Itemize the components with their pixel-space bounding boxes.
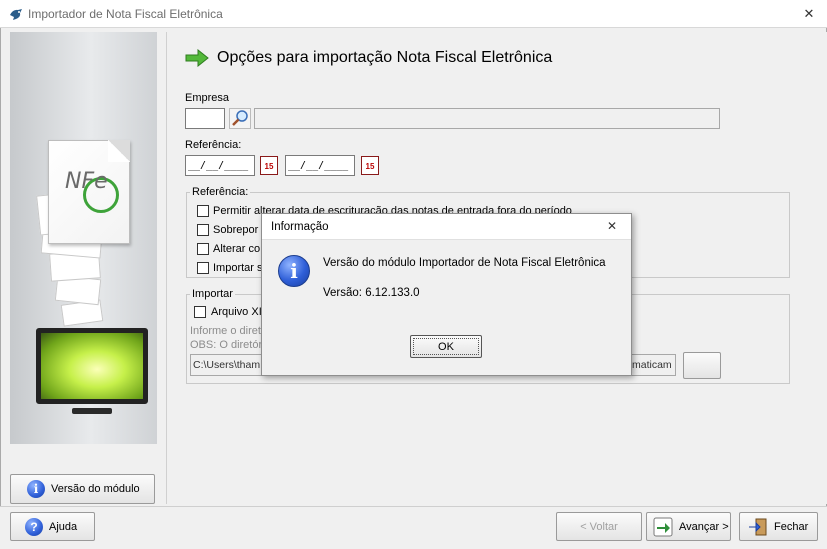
version-button-label: Versão do módulo xyxy=(51,483,140,495)
option-label: Importar s xyxy=(213,262,263,274)
page-title: Opções para importação Nota Fiscal Eletr… xyxy=(217,49,553,66)
dialog-title-bar: Informação ✕ xyxy=(262,214,631,240)
option-checkbox[interactable] xyxy=(197,205,209,217)
referencia-date-from[interactable]: __/__/____ xyxy=(185,155,255,176)
arquivo-label: Arquivo XI xyxy=(211,306,262,318)
close-button[interactable]: Fechar xyxy=(739,512,818,541)
empresa-code-input[interactable] xyxy=(185,108,225,129)
directory-path-end: maticam xyxy=(632,359,672,371)
option-checkbox[interactable] xyxy=(197,243,209,255)
option-label: Sobrepor xyxy=(213,224,259,236)
nfe-illustration: NFe xyxy=(10,32,157,444)
app-icon xyxy=(10,9,22,20)
dialog-version: Versão: 6.12.133.0 xyxy=(323,287,420,299)
arrow-right-icon xyxy=(185,49,209,67)
monitor-icon xyxy=(36,328,148,404)
calendar-icon[interactable]: 15 xyxy=(361,156,379,175)
search-icon[interactable] xyxy=(229,108,251,129)
directory-obs: OBS: O diretór xyxy=(190,339,263,351)
nfe-document-icon: NFe xyxy=(48,140,130,244)
importar-group-title: Importar xyxy=(190,288,235,300)
calendar-icon[interactable]: 15 xyxy=(260,156,278,175)
help-icon: ? xyxy=(25,517,43,536)
ok-button-label: OK xyxy=(438,340,454,353)
nfe-logo-text: NFe xyxy=(65,169,108,194)
directory-path-start: C:\Users\tham xyxy=(193,359,261,371)
option-checkbox[interactable] xyxy=(197,262,209,274)
ok-button[interactable]: OK xyxy=(410,335,482,358)
referencia-label: Referência: xyxy=(185,139,242,151)
browse-button[interactable] xyxy=(683,352,721,379)
close-button-label: Fechar xyxy=(774,520,809,533)
empresa-label: Empresa xyxy=(185,92,230,104)
arquivo-checkbox[interactable] xyxy=(194,306,206,318)
version-button[interactable]: i Versão do módulo xyxy=(10,474,155,504)
help-button[interactable]: ? Ajuda xyxy=(10,512,95,541)
referencia-date-to[interactable]: __/__/____ xyxy=(285,155,355,176)
title-bar: Importador de Nota Fiscal Eletrônica ✕ xyxy=(0,0,827,28)
info-icon: i xyxy=(278,255,310,287)
empresa-name-field xyxy=(254,108,720,129)
next-arrow-icon xyxy=(653,517,673,536)
window-close-button[interactable]: ✕ xyxy=(800,6,818,22)
directory-note: Informe o diretó xyxy=(190,325,268,337)
back-button-label: < Voltar xyxy=(580,520,618,533)
next-button[interactable]: Avançar > xyxy=(646,512,731,541)
exit-door-icon xyxy=(749,518,767,535)
option-checkbox[interactable] xyxy=(197,224,209,236)
help-button-label: Ajuda xyxy=(49,520,78,533)
back-button[interactable]: < Voltar xyxy=(556,512,642,541)
window-title: Importador de Nota Fiscal Eletrônica xyxy=(28,7,223,21)
monitor-stand xyxy=(72,408,112,414)
referencia-group-title: Referência: xyxy=(190,186,251,198)
dialog-close-button[interactable]: ✕ xyxy=(602,219,622,235)
option-label: Alterar co xyxy=(213,243,261,255)
info-icon: i xyxy=(27,480,45,498)
dialog-title: Informação xyxy=(271,221,329,233)
next-button-label: Avançar > xyxy=(679,520,729,533)
dialog-message: Versão do módulo Importador de Nota Fisc… xyxy=(323,257,606,269)
info-dialog: Informação ✕ i Versão do módulo Importad… xyxy=(261,213,632,376)
